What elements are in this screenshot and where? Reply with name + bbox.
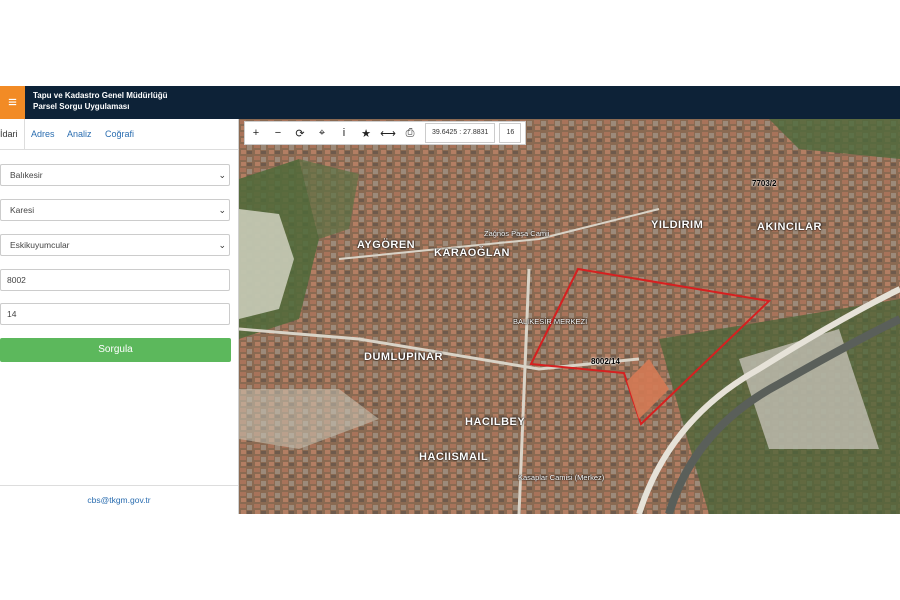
locate-icon[interactable]: ⌖ (311, 122, 333, 144)
neighborhood-value: Eskikuyumcular (10, 240, 70, 250)
map-toolbar: + − ⟳ ⌖ i ★ ⟷ ⎙ 39.6425 : 27.8831 16 (244, 121, 527, 145)
map-label-yildirim: YILDIRIM (651, 219, 704, 231)
chevron-down-icon: ⌄ (218, 240, 226, 250)
print-icon[interactable]: ⎙ (399, 122, 421, 144)
map-label-kasaplar: Kasaplar Camisi (Merkez) (518, 473, 605, 482)
email-link[interactable]: cbs@tkgm.gov.tr (87, 495, 150, 505)
map-label-merkez: BALIKESİR MERKEZİ (513, 317, 588, 326)
tab-analiz[interactable]: Analiz (67, 129, 92, 139)
parcel-label: 8002/14 (591, 357, 620, 366)
map-label-haciismail: HACIISMAIL (419, 451, 489, 463)
parcel-input[interactable]: 14 (0, 303, 230, 325)
neighborhood-select[interactable]: Eskikuyumcular ⌄ (0, 234, 230, 256)
tab-adres[interactable]: Adres (31, 129, 55, 139)
coordinate-readout: 39.6425 : 27.8831 (425, 123, 496, 143)
refresh-icon[interactable]: ⟳ (289, 122, 311, 144)
block-input[interactable]: 8002 (0, 269, 230, 291)
chevron-down-icon: ⌄ (218, 205, 226, 215)
map-label-hacilbey: HACILBEY (465, 416, 526, 428)
star-icon[interactable]: ★ (355, 122, 377, 144)
map-label-dumlupinar: DUMLUPINAR (364, 351, 443, 363)
measure-icon[interactable]: ⟷ (377, 122, 399, 144)
map-label-zagnos: Zağnos Paşa Camii (484, 229, 550, 238)
app-header: ≡ Tapu ve Kadastro Genel Müdürlüğü Parse… (0, 86, 900, 119)
app-name: Parsel Sorgu Uygulaması (33, 102, 130, 111)
block-value: 8002 (7, 275, 26, 285)
chevron-down-icon: ⌄ (218, 170, 226, 180)
sidebar: İdari Adres Analiz Coğrafi Balıkesir ⌄ K… (0, 119, 239, 514)
tab-bar: İdari Adres Analiz Coğrafi (0, 119, 238, 150)
parcel-label-other: 7703/2 (752, 179, 777, 188)
map-view[interactable]: + − ⟳ ⌖ i ★ ⟷ ⎙ 39.6425 : 27.8831 16 AYG… (239, 119, 900, 514)
zoom-out-icon[interactable]: − (267, 122, 289, 144)
app-title: Tapu ve Kadastro Genel Müdürlüğü Parsel … (33, 90, 168, 112)
app-window: ≡ Tapu ve Kadastro Genel Müdürlüğü Parse… (0, 86, 900, 514)
province-value: Balıkesir (10, 170, 43, 180)
zoom-level: 16 (499, 123, 522, 143)
map-label-akincilar: AKINCILAR (757, 221, 822, 233)
footer-email: cbs@tkgm.gov.tr (0, 485, 238, 514)
district-select[interactable]: Karesi ⌄ (0, 199, 230, 221)
zoom-in-icon[interactable]: + (245, 122, 267, 144)
menu-icon[interactable]: ≡ (0, 86, 25, 119)
parcel-value: 14 (7, 309, 17, 319)
tab-cografi[interactable]: Coğrafi (105, 129, 134, 139)
query-button[interactable]: Sorgula (0, 338, 231, 362)
province-select[interactable]: Balıkesir ⌄ (0, 164, 230, 186)
org-name: Tapu ve Kadastro Genel Müdürlüğü (33, 91, 168, 100)
tab-idari[interactable]: İdari (0, 119, 25, 149)
map-label-aygoren: AYGÖREN (357, 239, 416, 251)
info-icon[interactable]: i (333, 122, 355, 144)
map-label-karaoglan: KARAOĞLAN (434, 247, 510, 259)
district-value: Karesi (10, 205, 35, 215)
